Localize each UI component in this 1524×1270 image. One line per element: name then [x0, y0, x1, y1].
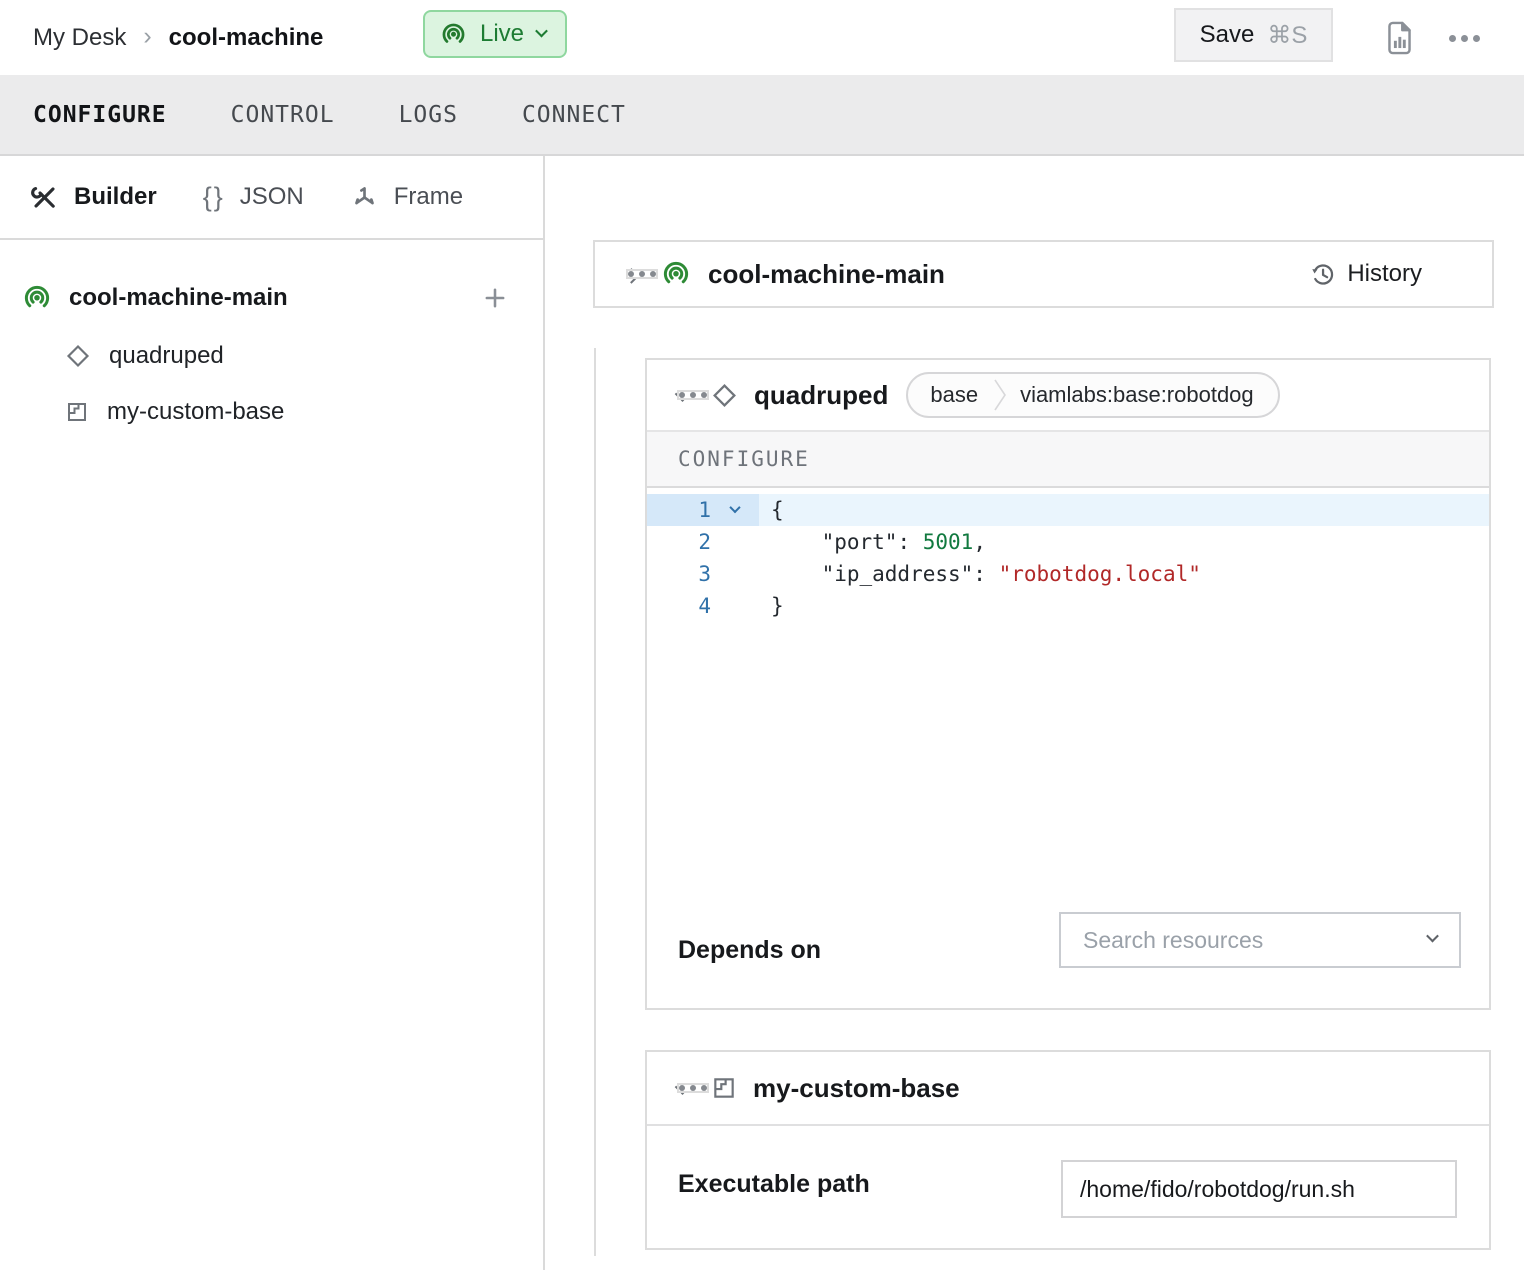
executable-path-label: Executable path: [678, 1170, 870, 1199]
config-sidebar: Builder {} JSON Frame cool-machin: [0, 156, 545, 1270]
quadruped-card-header: quadruped base viamlabs:base:robotdog: [647, 360, 1489, 430]
code-text: {: [759, 494, 1489, 526]
mode-json-label: JSON: [240, 183, 304, 211]
breadcrumb: My Desk › cool-machine: [33, 0, 323, 75]
config-mode-switcher: Builder {} JSON Frame: [0, 156, 543, 240]
builder-tools-icon: [30, 183, 59, 212]
code-line[interactable]: 2 "port": 5001,: [647, 526, 1489, 558]
history-button[interactable]: History: [1309, 260, 1422, 288]
depends-on-label: Depends on: [678, 936, 821, 965]
machine-report-button[interactable]: [1381, 16, 1417, 60]
app-header: My Desk › cool-machine Live Save ⌘S: [0, 0, 1524, 75]
fold-spacer: [711, 590, 759, 622]
mode-builder-label: Builder: [74, 183, 157, 211]
chevron-down-icon: [535, 24, 548, 37]
broadcast-icon: [22, 283, 52, 313]
tab-connect[interactable]: CONNECT: [522, 102, 626, 128]
tab-control[interactable]: CONTROL: [231, 102, 335, 128]
history-clock-icon: [1309, 261, 1336, 288]
depends-on-select[interactable]: [1059, 912, 1461, 968]
machine-part-title: cool-machine-main: [708, 259, 1309, 290]
live-status-dropdown[interactable]: Live: [423, 10, 567, 58]
code-text: }: [759, 590, 1489, 622]
line-number: 1: [647, 494, 711, 526]
tree-item-quadruped[interactable]: quadruped: [0, 336, 543, 376]
code-text: "port": 5001,: [759, 526, 1489, 558]
process-icon: [65, 400, 89, 424]
breadcrumb-separator: ›: [143, 22, 151, 54]
quadruped-title: quadruped: [754, 380, 888, 411]
code-line[interactable]: 4}: [647, 590, 1489, 622]
breadcrumb-location[interactable]: My Desk: [33, 24, 126, 52]
code-text: "ip_address": "robotdog.local": [759, 558, 1489, 590]
tab-logs[interactable]: LOGS: [399, 102, 458, 128]
chevron-down-icon: [1426, 930, 1439, 943]
mode-frame[interactable]: Frame: [350, 183, 463, 212]
live-status-label: Live: [480, 20, 524, 48]
process-icon: [711, 1075, 737, 1101]
tree-item-machine-part[interactable]: cool-machine-main: [0, 276, 543, 320]
broadcast-icon: [661, 259, 691, 289]
quadruped-card: quadruped base viamlabs:base:robotdog CO…: [645, 358, 1491, 1010]
tree-item-my-custom-base[interactable]: my-custom-base: [0, 392, 543, 432]
file-chart-icon: [1385, 20, 1414, 56]
tab-configure[interactable]: CONFIGURE: [33, 102, 167, 128]
card-menu-button[interactable]: [626, 269, 658, 279]
my-custom-base-card-header: my-custom-base: [647, 1052, 1489, 1126]
mode-frame-label: Frame: [394, 183, 463, 211]
mode-builder[interactable]: Builder: [30, 183, 157, 212]
curly-braces-icon: {}: [203, 182, 225, 213]
code-line[interactable]: 1{: [647, 494, 1489, 526]
resource-tree: cool-machine-main quadruped my-custom-ba…: [0, 240, 543, 432]
tree-connector-line: [594, 348, 596, 1256]
executable-path-input[interactable]: [1061, 1160, 1457, 1218]
broadcast-icon: [440, 21, 467, 48]
fold-spacer: [711, 558, 759, 590]
line-number: 4: [647, 590, 711, 622]
frame-axes-icon: [350, 183, 379, 212]
my-custom-base-card: my-custom-base Executable path: [645, 1050, 1491, 1250]
badge-model: viamlabs:base:robotdog: [1020, 382, 1254, 408]
fold-chevron-icon[interactable]: [711, 494, 759, 526]
my-custom-base-card-body: Executable path: [647, 1126, 1489, 1246]
configure-section-header: CONFIGURE: [647, 430, 1489, 488]
history-label: History: [1347, 260, 1422, 288]
line-number: 2: [647, 526, 711, 558]
badge-type: base: [930, 382, 978, 408]
add-resource-button[interactable]: [481, 284, 509, 312]
fold-spacer: [711, 526, 759, 558]
depends-on-row: Depends on: [647, 912, 1489, 1008]
resource-type-badge: base viamlabs:base:robotdog: [906, 372, 1279, 418]
tree-item-label: quadruped: [109, 342, 224, 370]
code-editor[interactable]: 1{2 "port": 5001,3 "ip_address": "robotd…: [647, 488, 1489, 912]
diamond-icon: [65, 343, 91, 369]
tree-item-label: my-custom-base: [107, 398, 284, 426]
save-shortcut-hint: ⌘S: [1267, 21, 1307, 50]
header-overflow-menu-button[interactable]: [1442, 24, 1486, 52]
machine-tabbar: CONFIGURE CONTROL LOGS CONNECT: [0, 75, 1524, 156]
code-line[interactable]: 3 "ip_address": "robotdog.local": [647, 558, 1489, 590]
tree-item-label: cool-machine-main: [69, 284, 464, 312]
mode-json[interactable]: {} JSON: [203, 182, 304, 213]
machine-part-card: cool-machine-main History: [593, 240, 1494, 308]
card-menu-button[interactable]: [677, 390, 709, 400]
badge-separator-icon: [994, 379, 1006, 411]
configure-section-label: CONFIGURE: [678, 447, 810, 471]
card-menu-button[interactable]: [677, 1083, 709, 1093]
save-button[interactable]: Save ⌘S: [1174, 8, 1333, 62]
save-button-label: Save: [1200, 21, 1255, 49]
my-custom-base-title: my-custom-base: [753, 1073, 960, 1104]
diamond-icon: [711, 382, 738, 409]
search-resources-input[interactable]: [1083, 927, 1418, 954]
breadcrumb-machine-name: cool-machine: [169, 24, 324, 52]
line-number: 3: [647, 558, 711, 590]
ellipsis-icon: [1449, 35, 1480, 42]
